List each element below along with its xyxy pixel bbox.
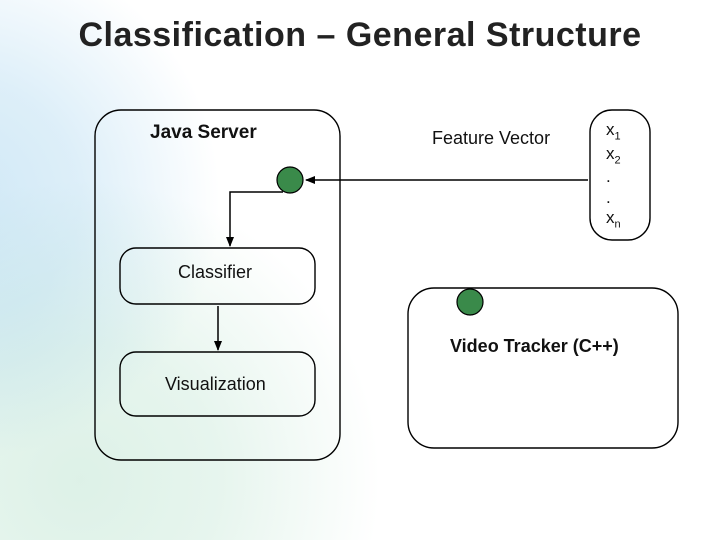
classifier-label: Classifier (178, 262, 252, 283)
endpoint-node-tracker (457, 289, 483, 315)
feature-vector-item: . (606, 188, 621, 208)
endpoint-node-java (277, 167, 303, 193)
feature-vector-item: x1 (606, 120, 621, 144)
feature-vector-items: x1x2..xn (606, 120, 621, 232)
visualization-label: Visualization (165, 374, 266, 395)
feature-vector-item: x2 (606, 144, 621, 168)
feature-vector-item: xn (606, 208, 621, 232)
diagram-canvas (0, 0, 720, 540)
feature-vector-item: . (606, 167, 621, 187)
video-tracker-label: Video Tracker (C++) (450, 336, 619, 357)
java-server-box (95, 110, 340, 460)
java-server-label: Java Server (150, 122, 257, 144)
video-tracker-box (408, 288, 678, 448)
arrow-java-to-classifier (230, 192, 283, 246)
feature-vector-label: Feature Vector (432, 128, 550, 149)
